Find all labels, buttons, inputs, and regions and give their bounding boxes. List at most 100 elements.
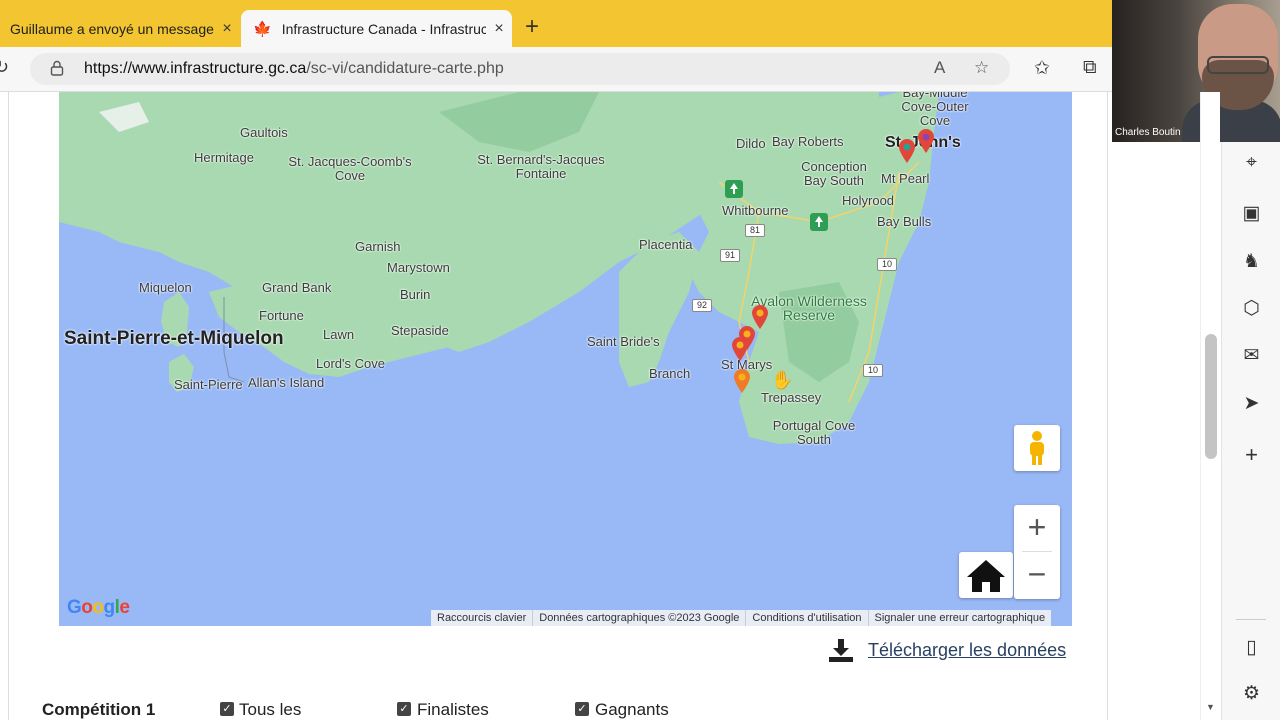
label-bay-roberts: Bay Roberts	[772, 134, 844, 149]
label-gaultois: Gaultois	[240, 125, 288, 140]
label-mt-pearl: Mt Pearl	[881, 171, 930, 186]
label-garnish: Garnish	[355, 239, 401, 254]
checkbox-finalists-label[interactable]: Finalistes	[417, 700, 489, 720]
map-attribution: Raccourcis clavier Données cartographiqu…	[431, 610, 1052, 626]
home-button[interactable]	[959, 552, 1013, 598]
edge-sidebar: ⌖ ▣ ♞ ⬡ ✉ ➤ + ▯ ⚙	[1221, 142, 1280, 720]
label-hermitage: Hermitage	[194, 150, 254, 165]
checkbox-all-label[interactable]: Tous les	[239, 700, 301, 720]
route-shield: 10	[863, 364, 883, 377]
competition-filters: Compétition 1 ✓ Tous les ✓ Finalistes ✓ …	[42, 700, 742, 720]
checkbox-winners-label[interactable]: Gagnants	[595, 700, 669, 720]
url-path: /sc-vi/candidature-carte.php	[306, 60, 504, 77]
park-marker-icon[interactable]	[724, 176, 744, 202]
label-st-jacques: St. Jacques-Coomb's Cove	[288, 154, 412, 183]
office-icon[interactable]: ⬡	[1222, 297, 1280, 320]
scroll-down-arrow-icon[interactable]: ▼	[1206, 702, 1215, 712]
collections-icon[interactable]: ⧉	[1083, 57, 1097, 79]
label-marystown: Marystown	[387, 260, 450, 275]
map-data-text: Données cartographiques ©2023 Google	[533, 610, 747, 626]
google-map[interactable]: Bay-Middle Cove-Outer Cove Gaultois Herm…	[59, 92, 1072, 626]
tab-title: Guillaume a envoyé un message	[10, 20, 214, 37]
project-pin-icon[interactable]	[916, 128, 936, 154]
download-icon[interactable]	[828, 637, 854, 663]
download-data[interactable]: Télécharger les données	[828, 636, 1066, 664]
label-lawn: Lawn	[323, 327, 355, 342]
reload-icon[interactable]: ↻	[0, 57, 9, 78]
project-pin-icon[interactable]	[730, 336, 750, 362]
label-portugal-cove-south: Portugal Cove South	[772, 418, 856, 447]
label-lords-cove: Lord's Cove	[316, 356, 385, 371]
read-aloud-icon[interactable]: A	[934, 58, 945, 78]
street-view-pegman-button[interactable]	[1014, 425, 1060, 471]
label-saint-pierre-et-miquelon: Saint-Pierre-et-Miquelon	[64, 328, 284, 349]
lock-icon[interactable]	[50, 60, 64, 76]
park-marker-icon[interactable]	[809, 209, 829, 235]
label-trepassey: Trepassey	[761, 390, 822, 405]
label-stepaside: Stepaside	[391, 323, 449, 338]
label-conception-bay-south: Conception Bay South	[801, 159, 867, 188]
video-call-thumbnail[interactable]: Charles Boutin	[1112, 0, 1280, 142]
label-miquelon: Miquelon	[139, 280, 192, 295]
sidebar-divider	[1236, 619, 1266, 620]
project-pin-icon[interactable]	[897, 138, 917, 164]
google-logo: Google	[67, 597, 130, 618]
competition-label: Compétition 1	[42, 700, 156, 719]
add-favorite-icon[interactable]: ☆	[974, 58, 989, 78]
label-fortune: Fortune	[259, 308, 304, 323]
route-shield: 91	[720, 249, 740, 262]
route-shield: 92	[692, 299, 712, 312]
project-pin-icon[interactable]	[732, 368, 752, 394]
route-shield: 10	[877, 258, 897, 271]
terms-of-use-link[interactable]: Conditions d'utilisation	[746, 610, 869, 626]
zoom-out-button[interactable]: −	[1014, 552, 1060, 598]
close-icon[interactable]: ×	[486, 20, 512, 38]
participant-name: Charles Boutin	[1115, 127, 1181, 138]
keyboard-shortcuts-link[interactable]: Raccourcis clavier	[431, 610, 534, 626]
label-branch: Branch	[649, 366, 691, 381]
settings-gear-icon[interactable]: ⚙	[1222, 682, 1280, 705]
send-icon[interactable]: ➤	[1222, 392, 1280, 415]
url-domain: https://www.infrastructure.gc.ca	[84, 60, 307, 77]
label-placentia: Placentia	[639, 237, 693, 252]
tag-icon[interactable]: ⌖	[1222, 152, 1280, 174]
browser-tab-bar: Guillaume a envoyé un message × 🍁 Infras…	[0, 0, 1112, 47]
add-icon[interactable]: +	[1222, 442, 1280, 468]
games-icon[interactable]: ♞	[1222, 250, 1280, 273]
label-saint-brides: Saint Bride's	[587, 334, 660, 349]
close-icon[interactable]: ×	[214, 20, 240, 38]
favorites-icon[interactable]: ✩	[1034, 57, 1050, 80]
label-dildo: Dildo	[736, 136, 766, 151]
participant-glasses	[1207, 56, 1269, 74]
label-burin: Burin	[400, 287, 431, 302]
screen: Guillaume a envoyé un message × 🍁 Infras…	[0, 0, 1280, 720]
tab-messenger[interactable]: Guillaume a envoyé un message ×	[0, 10, 240, 47]
zoom-controls: + −	[1014, 505, 1060, 599]
outlook-icon[interactable]: ✉	[1222, 344, 1280, 367]
briefcase-icon[interactable]: ▣	[1222, 202, 1280, 225]
label-allans-island: Allan's Island	[248, 375, 325, 390]
label-saint-pierre: Saint-Pierre	[174, 377, 243, 392]
tab-infrastructure-canada[interactable]: 🍁 Infrastructure Canada - Infrastruc ×	[241, 10, 512, 47]
scrollbar-thumb[interactable]	[1205, 334, 1217, 459]
maple-leaf-icon: 🍁	[253, 20, 272, 38]
label-holyrood: Holyrood	[842, 193, 895, 208]
new-tab-button[interactable]: +	[520, 14, 544, 42]
url-text[interactable]: https://www.infrastructure.gc.ca/sc-vi/c…	[84, 60, 504, 78]
checkbox-all[interactable]: ✓	[220, 702, 234, 716]
checkbox-finalists[interactable]: ✓	[397, 702, 411, 716]
report-map-error-link[interactable]: Signaler une erreur cartographique	[869, 610, 1052, 626]
label-st-bernards: St. Bernard's-Jacques Fontaine	[477, 152, 605, 181]
label-grand-bank: Grand Bank	[262, 280, 332, 295]
label-bay-middle-cove: Bay-Middle Cove-Outer Cove	[901, 92, 969, 128]
tab-title: Infrastructure Canada - Infrastruc	[281, 20, 486, 37]
checkbox-winners[interactable]: ✓	[575, 702, 589, 716]
label-bay-bulls: Bay Bulls	[877, 214, 932, 229]
home-icon	[967, 560, 1005, 592]
page-scrollbar[interactable]: ▼	[1200, 92, 1220, 720]
download-data-link[interactable]: Télécharger les données	[868, 640, 1066, 661]
address-bar[interactable]: https://www.infrastructure.gc.ca/sc-vi/c…	[30, 53, 1010, 85]
zoom-in-button[interactable]: +	[1014, 505, 1060, 551]
label-whitbourne: Whitbourne	[722, 203, 789, 218]
sidebar-toggle-icon[interactable]: ▯	[1222, 636, 1280, 659]
